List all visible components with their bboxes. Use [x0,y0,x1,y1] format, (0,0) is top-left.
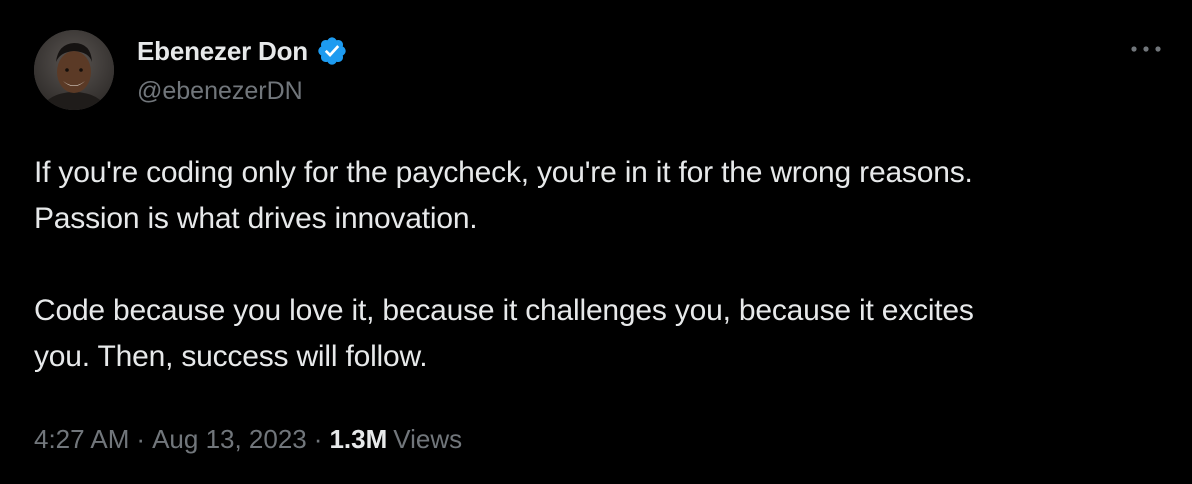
tweet-meta: 4:27 AM · Aug 13, 2023 · 1.3M Views [34,422,462,456]
author-display-name[interactable]: Ebenezer Don [137,35,308,67]
tweet-text: If you're coding only for the paycheck, … [34,150,1164,380]
more-options-icon[interactable] [1126,36,1166,62]
tweet-paragraph-2: Code because you love it, because it cha… [34,294,974,373]
verified-badge-icon[interactable] [316,35,348,67]
avatar[interactable] [34,30,114,110]
author-name-row: Ebenezer Don [137,35,348,67]
tweet-card: Ebenezer Don @ebenezerDN If you're codin… [0,0,1192,484]
author-handle[interactable]: @ebenezerDN [137,76,303,106]
meta-separator: · [136,424,146,454]
avatar-photo [34,30,114,110]
tweet-date[interactable]: Aug 13, 2023 [152,422,307,456]
meta-separator: · [313,424,323,454]
views-label[interactable]: Views [393,422,462,456]
views-count[interactable]: 1.3M [329,422,387,456]
tweet-time[interactable]: 4:27 AM [34,422,129,456]
tweet-paragraph-1: If you're coding only for the paycheck, … [34,156,973,235]
